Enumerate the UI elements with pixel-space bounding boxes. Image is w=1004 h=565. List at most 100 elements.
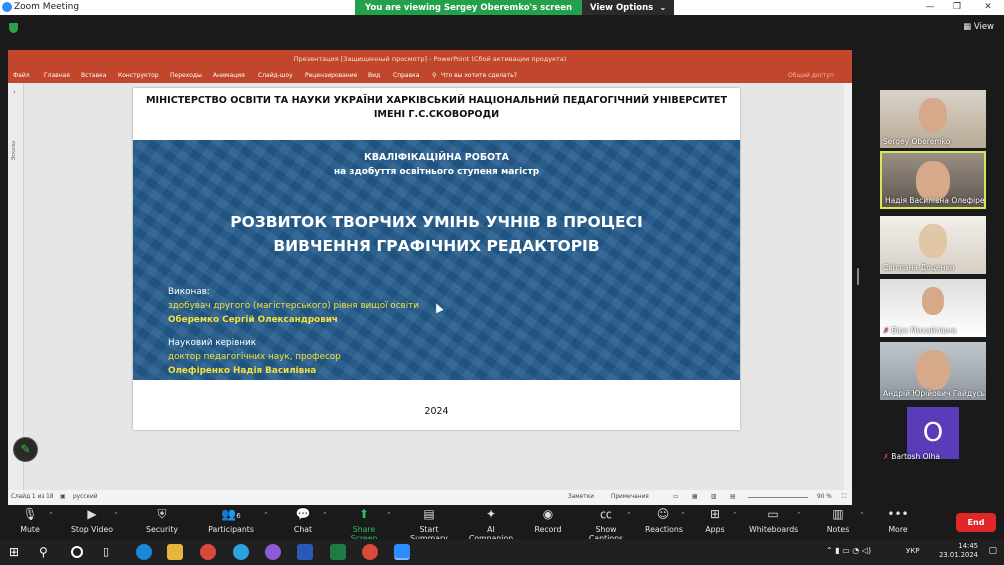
- participant-name: Світлана Доценко: [883, 263, 955, 272]
- participant-tile[interactable]: O ✗ Bartosh Olha: [880, 405, 986, 463]
- topic-line1: РОЗВИТОК ТВОРЧИХ УМІНЬ УЧНІВ В ПРОЦЕСІ: [230, 213, 643, 231]
- zoom-app-icon[interactable]: [394, 544, 410, 560]
- notes-button[interactable]: ▥ Notes: [826, 507, 850, 534]
- fit-slide-icon[interactable]: ⛶: [842, 494, 846, 501]
- chevron-up-icon[interactable]: ⌃: [859, 511, 865, 519]
- work-title: КВАЛІФІКАЦІЙНА РОБОТА: [364, 152, 509, 163]
- participant-video: [916, 350, 950, 390]
- keyboard-language[interactable]: УКР: [906, 547, 919, 555]
- participant-tile[interactable]: Андрій Юрійович Гайдусь: [880, 342, 986, 400]
- share-banner: You are viewing Sergey Oberemko's screen…: [355, 0, 675, 15]
- notifications-icon[interactable]: ▢: [988, 546, 997, 556]
- slide-sorter-icon[interactable]: ▦: [692, 494, 697, 500]
- end-meeting-button[interactable]: End: [956, 513, 996, 532]
- reactions-icon: ☺: [656, 507, 670, 521]
- chevron-up-icon[interactable]: ⌃: [732, 511, 738, 519]
- chrome-icon[interactable]: [362, 544, 378, 560]
- chevron-up-icon[interactable]: ⌃: [263, 511, 269, 519]
- reading-view-icon[interactable]: ▥: [711, 494, 716, 500]
- participants-button[interactable]: 👥6 Participants: [208, 507, 254, 534]
- participant-video: [922, 287, 944, 315]
- view-options-button[interactable]: View Options ⌄: [582, 0, 675, 15]
- shield-icon: ⛨: [157, 507, 167, 521]
- panel-resize-handle[interactable]: [857, 268, 859, 285]
- maximize-icon[interactable]: ❐: [947, 1, 967, 13]
- chevron-up-icon[interactable]: ⌃: [680, 511, 686, 519]
- chevron-up-icon[interactable]: ⌃: [113, 511, 119, 519]
- view-button[interactable]: ▦ View: [963, 22, 994, 32]
- chevron-up-icon[interactable]: ⌃: [626, 511, 632, 519]
- slideshow-icon[interactable]: ▤: [730, 494, 735, 500]
- stop-video-button[interactable]: ▶ Stop Video: [70, 507, 114, 534]
- chevron-up-icon[interactable]: ⌃: [322, 511, 328, 519]
- cortana-icon[interactable]: [71, 546, 83, 558]
- telegram-icon[interactable]: [233, 544, 249, 560]
- file-explorer-icon[interactable]: [167, 544, 183, 560]
- security-button[interactable]: ⛨ Security: [146, 507, 178, 534]
- participant-tile-active-speaker[interactable]: Надія Василівна Олефіре...: [880, 151, 986, 209]
- excel-icon[interactable]: [330, 544, 346, 560]
- participant-name: Віра Михайлівна: [891, 326, 957, 335]
- view-options-label: View Options: [590, 2, 654, 13]
- performer-label: Виконав:: [168, 287, 210, 297]
- chevron-up-icon[interactable]: ⌃: [796, 511, 802, 519]
- notes-button[interactable]: Заметки: [568, 494, 594, 500]
- record-button[interactable]: ◉ Record: [533, 507, 563, 534]
- start-summary-button[interactable]: ▤Start Summary: [400, 507, 458, 543]
- apps-label: Apps: [705, 525, 725, 534]
- thumbnails-pane: › Эскизы: [8, 83, 24, 490]
- ribbon-tab: Конструктор: [118, 72, 159, 79]
- participant-tile[interactable]: Світлана Доценко: [880, 216, 986, 274]
- slide-counter: Слайд 1 из 18: [11, 494, 54, 500]
- edge-icon[interactable]: [136, 544, 152, 560]
- whiteboards-button[interactable]: ▭ Whiteboards: [749, 507, 798, 534]
- chevron-up-icon[interactable]: ⌃: [386, 511, 392, 519]
- ribbon-tab: Главная: [44, 72, 70, 79]
- video-camera-icon: ▶: [87, 507, 97, 521]
- view-label: View: [973, 22, 994, 32]
- clock[interactable]: 14:45 23.01.2024: [939, 542, 978, 560]
- annotate-pencil-button[interactable]: ✎: [13, 437, 38, 462]
- normal-view-icon[interactable]: ▭: [673, 494, 678, 500]
- chrome-icon[interactable]: [200, 544, 216, 560]
- topic-line2: ВИВЧЕННЯ ГРАФІЧНИХ РЕДАКТОРІВ: [273, 237, 600, 255]
- reactions-button[interactable]: ☺ Reactions: [645, 507, 683, 534]
- ribbon-tab: Вид: [368, 72, 381, 79]
- participant-name: Андрій Юрійович Гайдусь: [883, 389, 986, 398]
- slide-header-line2: ІМЕНІ Г.С.СКОВОРОДИ: [373, 109, 500, 120]
- task-view-icon[interactable]: ▯: [103, 544, 119, 560]
- notes-icon: ▥: [832, 507, 844, 521]
- viber-icon[interactable]: [265, 544, 281, 560]
- powerpoint-statusbar: Слайд 1 из 18 ▣ русский Заметки Примечан…: [8, 490, 852, 505]
- participants-label: Participants: [208, 525, 254, 534]
- chevron-up-icon[interactable]: ⌃: [48, 511, 54, 519]
- mute-label: Mute: [20, 525, 40, 534]
- participant-video: [919, 98, 947, 132]
- shared-screen: Презентация [Защищенный просмотр] - Powe…: [8, 50, 852, 505]
- mute-button[interactable]: 🎙 Mute: [18, 507, 42, 534]
- tray-icons[interactable]: ⌃ ▮ ▭ ◔ ◁): [826, 546, 871, 555]
- zoom-slider[interactable]: [748, 497, 808, 498]
- slide-scrollbar[interactable]: [844, 83, 852, 490]
- search-icon[interactable]: ⚲: [39, 544, 55, 560]
- performer-role: здобувач другого (магістерського) рівня …: [168, 301, 419, 311]
- windows-start-icon[interactable]: ⊞: [9, 544, 25, 560]
- word-icon[interactable]: [297, 544, 313, 560]
- stop-video-label: Stop Video: [70, 525, 114, 534]
- participant-tile[interactable]: ✗ Віра Михайлівна: [880, 279, 986, 337]
- slide: МІНІСТЕРСТВО ОСВІТИ ТА НАУКИ УКРАЇНИ ХАР…: [133, 88, 740, 430]
- ai-companion-button[interactable]: ✦AI Companion: [465, 507, 517, 543]
- comments-button[interactable]: Примечания: [611, 494, 649, 500]
- minimize-icon[interactable]: —: [920, 1, 940, 13]
- pencil-icon: ✎: [20, 442, 31, 456]
- apps-icon: ⊞: [709, 507, 721, 521]
- share-screen-button[interactable]: ⬆Share Screen: [340, 507, 388, 543]
- ribbon-tab: Вставка: [81, 72, 107, 79]
- chat-button[interactable]: 💬 Chat: [292, 507, 314, 534]
- close-icon[interactable]: ✕: [978, 1, 998, 13]
- more-button[interactable]: ••• More: [886, 507, 910, 534]
- participant-tile[interactable]: Sergey Oberemko: [880, 90, 986, 148]
- encryption-shield-icon[interactable]: [9, 23, 18, 33]
- apps-button[interactable]: ⊞ Apps: [704, 507, 726, 534]
- record-label: Record: [534, 525, 562, 534]
